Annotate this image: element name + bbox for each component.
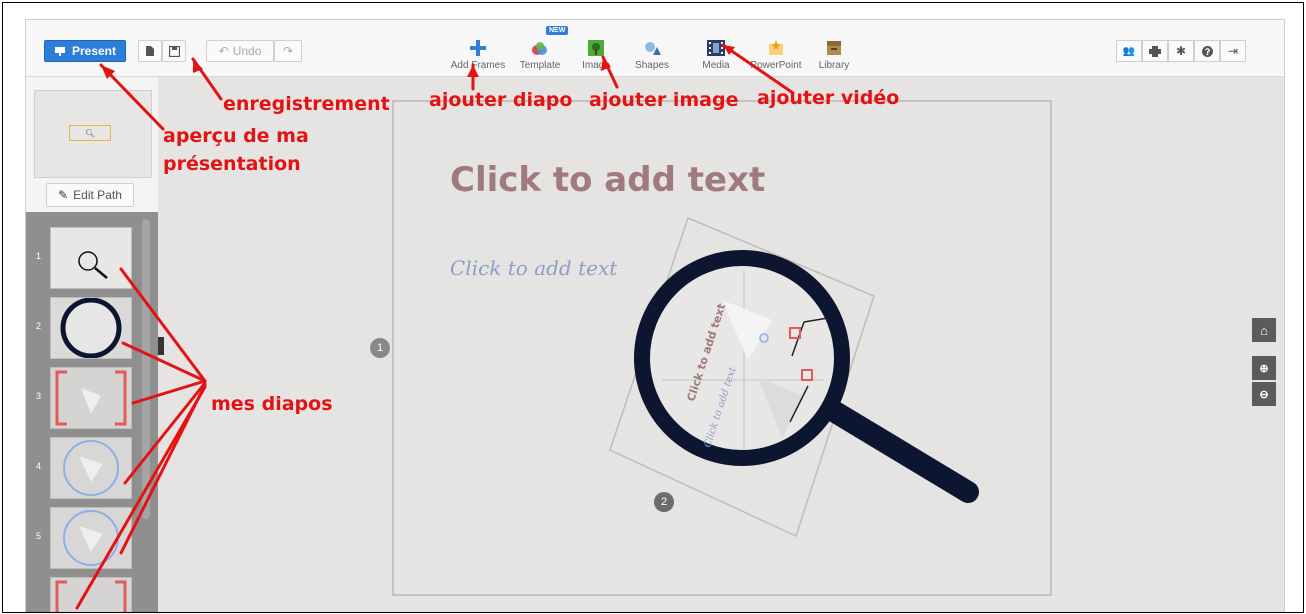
frame-number-1: 1 <box>370 338 390 358</box>
save-button[interactable] <box>162 40 186 62</box>
help-button[interactable] <box>1194 40 1220 62</box>
library-tool[interactable]: Library <box>804 34 864 71</box>
slide-preview-bracket <box>51 578 131 612</box>
powerpoint-label: PowerPoint <box>750 60 802 71</box>
add-frames-tool[interactable]: Add Frames <box>448 34 508 71</box>
magnifier-icon: 🔍︎ <box>84 128 96 138</box>
help-icon <box>1201 45 1213 57</box>
redo-button[interactable]: ↷ <box>274 40 302 62</box>
file-icon <box>146 46 154 56</box>
overview-thumbnail[interactable]: 🔍︎ <box>34 90 152 178</box>
film-icon <box>707 40 725 56</box>
template-icon <box>532 42 547 55</box>
annotation-present-line2: présentation <box>163 153 301 175</box>
shapes-tool[interactable]: Shapes <box>622 34 682 71</box>
slide-preview-bracket <box>51 368 131 428</box>
slide-thumbnail-2[interactable] <box>50 297 132 359</box>
slide-thumbnail-6[interactable] <box>50 577 132 612</box>
home-icon: ⌂ <box>1260 322 1268 338</box>
sidebar-resize-handle[interactable] <box>158 337 164 355</box>
media-label: Media <box>702 60 730 71</box>
shapes-label: Shapes <box>635 60 669 71</box>
library-icon <box>827 41 841 55</box>
add-frames-label: Add Frames <box>450 60 506 71</box>
image-tool[interactable]: Image <box>566 34 626 71</box>
exit-icon: ⇥ <box>1227 44 1239 58</box>
frame-number-2: 2 <box>654 492 674 512</box>
present-icon <box>54 46 65 56</box>
undo-button[interactable]: ↶ Undo <box>206 40 274 62</box>
slide-number: 5 <box>36 531 42 541</box>
undo-label: Undo <box>232 44 262 58</box>
share-button[interactable]: 👥 <box>1116 40 1142 62</box>
slide-number: 3 <box>36 391 42 401</box>
slide-preview-circle <box>51 508 131 568</box>
slide-scrollbar[interactable] <box>142 219 150 519</box>
annotation-media: ajouter vidéo <box>757 87 900 109</box>
shapes-icon <box>645 42 661 55</box>
slide-thumbnail-5[interactable] <box>50 507 132 569</box>
exit-button[interactable]: ⇥ <box>1220 40 1246 62</box>
screenshot-frame: Present ↶ Undo ↷ Add Frames NEW Template… <box>2 2 1304 613</box>
settings-button[interactable]: ✱ <box>1168 40 1194 62</box>
edit-path-button[interactable]: ✎ Edit Path <box>46 183 134 207</box>
zoom-in-icon: ⊕ <box>1259 362 1269 375</box>
frame-number-label: 1 <box>376 342 384 354</box>
template-label: Template <box>519 60 561 71</box>
annotation-slides: mes diapos <box>211 393 333 415</box>
template-tool[interactable]: NEW Template <box>510 26 570 71</box>
toolbar: Present ↶ Undo ↷ Add Frames NEW Template… <box>26 20 1284 77</box>
slide-number: 1 <box>36 251 42 261</box>
pencil-icon: ✎ <box>58 188 69 202</box>
new-badge: NEW <box>546 26 569 35</box>
magnifier-artwork: Click to add text Click to add text <box>609 216 979 538</box>
slide-preview-magnifier <box>78 251 108 279</box>
slide-thumbnail-4[interactable] <box>50 437 132 499</box>
present-label: Present <box>71 44 117 58</box>
annotation-add-frames: ajouter diapo <box>429 89 573 111</box>
frame-number-label: 2 <box>660 496 668 508</box>
library-label: Library <box>818 60 850 71</box>
edit-path-label: Edit Path <box>73 188 122 202</box>
save-icon <box>168 45 180 57</box>
zoom-out-icon: ⊖ <box>1259 388 1269 401</box>
image-icon <box>588 40 604 56</box>
overview-frame: 🔍︎ <box>69 125 111 141</box>
slide-preview-circle <box>51 438 131 498</box>
magnifier-icon <box>634 250 979 503</box>
slide-number: 4 <box>36 461 42 471</box>
undo-icon: ↶ <box>218 44 229 58</box>
media-tool[interactable]: Media <box>686 34 746 71</box>
slide-number: 2 <box>36 321 42 331</box>
annotation-present: aperçu de ma <box>163 125 309 147</box>
image-label: Image <box>582 60 610 71</box>
print-icon <box>1149 45 1161 57</box>
slide-sidebar: 🔍︎ ✎ Edit Path 1 2 3 4 5 <box>26 77 164 612</box>
powerpoint-tool[interactable]: PowerPoint <box>746 34 806 71</box>
redo-icon: ↷ <box>282 44 294 58</box>
annotation-image: ajouter image <box>589 89 739 111</box>
slide-preview-lens <box>51 298 131 358</box>
annotation-save: enregistrement <box>223 93 390 115</box>
present-button[interactable]: Present <box>44 40 126 62</box>
print-button[interactable] <box>1142 40 1168 62</box>
zoom-out-button[interactable]: ⊖ <box>1252 382 1276 406</box>
powerpoint-icon <box>769 40 783 55</box>
zoom-in-button[interactable]: ⊕ <box>1252 356 1276 380</box>
gear-icon: ✱ <box>1175 44 1187 58</box>
overview-preview-area: 🔍︎ ✎ Edit Path <box>26 77 158 212</box>
slide-thumbnail-1[interactable] <box>50 227 132 289</box>
slide-thumbnail-3[interactable] <box>50 367 132 429</box>
users-icon: 👥 <box>1122 45 1136 57</box>
title-text-placeholder[interactable]: Click to add text <box>450 160 765 200</box>
plus-icon <box>470 40 486 56</box>
new-file-button[interactable] <box>138 40 162 62</box>
home-view-button[interactable]: ⌂ <box>1252 318 1276 342</box>
